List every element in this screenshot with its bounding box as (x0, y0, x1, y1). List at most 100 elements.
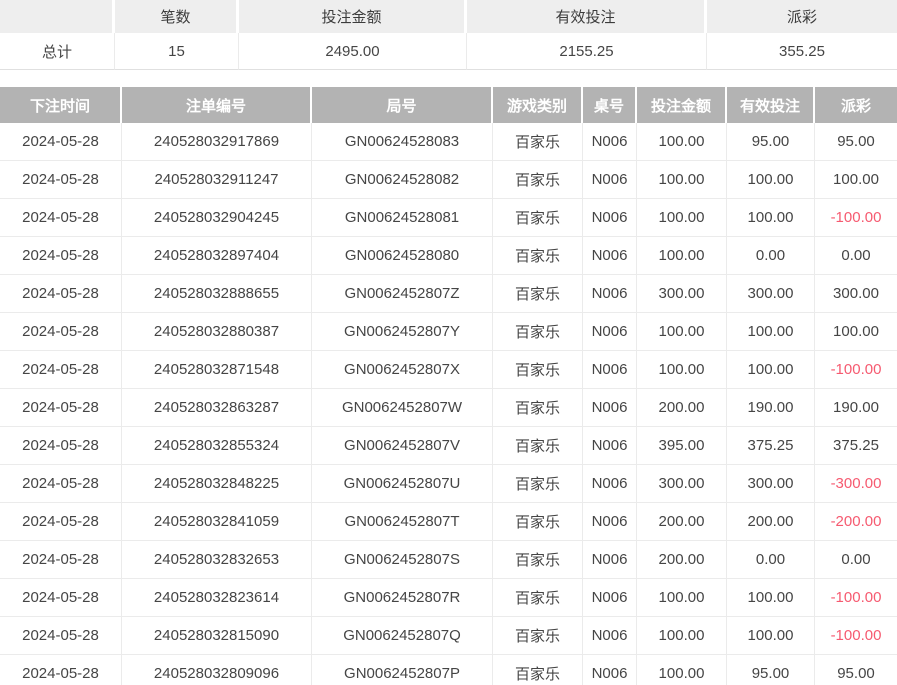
table-row: 2024-05-28 240528032863287 GN0062452807W… (0, 389, 897, 427)
cell-bet-time: 2024-05-28 (0, 427, 122, 465)
cell-valid-bet: 100.00 (727, 617, 815, 655)
bet-records-table: 下注时间 注单编号 局号 游戏类别 桌号 投注金额 有效投注 派彩 2024-0… (0, 87, 897, 685)
cell-table-no: N006 (583, 275, 637, 313)
cell-bet: 100.00 (637, 123, 727, 161)
cell-round-id: GN00624528083 (312, 123, 493, 161)
summary-total-payout: 355.25 (707, 33, 897, 70)
cell-payout: -200.00 (815, 503, 897, 541)
cell-round-id: GN0062452807Q (312, 617, 493, 655)
table-row: 2024-05-28 240528032911247 GN00624528082… (0, 161, 897, 199)
summary-header-bet: 投注金额 (239, 0, 467, 33)
table-row: 2024-05-28 240528032904245 GN00624528081… (0, 199, 897, 237)
summary-header-payout: 派彩 (707, 0, 897, 33)
cell-round-id: GN0062452807V (312, 427, 493, 465)
cell-bet: 100.00 (637, 199, 727, 237)
cell-bet-id: 240528032809096 (122, 655, 312, 685)
cell-game-type: 百家乐 (493, 427, 583, 465)
cell-round-id: GN0062452807P (312, 655, 493, 685)
cell-game-type: 百家乐 (493, 313, 583, 351)
cell-payout: 190.00 (815, 389, 897, 427)
cell-valid-bet: 300.00 (727, 275, 815, 313)
cell-bet: 200.00 (637, 503, 727, 541)
cell-bet-time: 2024-05-28 (0, 161, 122, 199)
cell-round-id: GN00624528080 (312, 237, 493, 275)
cell-bet-time: 2024-05-28 (0, 389, 122, 427)
details-header-valid-bet: 有效投注 (727, 87, 815, 123)
cell-bet-id: 240528032904245 (122, 199, 312, 237)
cell-bet-time: 2024-05-28 (0, 617, 122, 655)
cell-bet-id: 240528032880387 (122, 313, 312, 351)
cell-table-no: N006 (583, 503, 637, 541)
cell-bet-id: 240528032871548 (122, 351, 312, 389)
cell-round-id: GN00624528081 (312, 199, 493, 237)
cell-table-no: N006 (583, 351, 637, 389)
cell-bet: 100.00 (637, 237, 727, 275)
details-header-table-no: 桌号 (583, 87, 637, 123)
cell-bet: 300.00 (637, 465, 727, 503)
table-row: 2024-05-28 240528032880387 GN0062452807Y… (0, 313, 897, 351)
cell-payout: -100.00 (815, 199, 897, 237)
cell-bet: 200.00 (637, 389, 727, 427)
cell-table-no: N006 (583, 579, 637, 617)
cell-valid-bet: 95.00 (727, 123, 815, 161)
cell-bet-time: 2024-05-28 (0, 541, 122, 579)
cell-payout: 375.25 (815, 427, 897, 465)
details-header-row: 下注时间 注单编号 局号 游戏类别 桌号 投注金额 有效投注 派彩 (0, 87, 897, 123)
cell-table-no: N006 (583, 199, 637, 237)
cell-bet-id: 240528032888655 (122, 275, 312, 313)
cell-bet-id: 240528032917869 (122, 123, 312, 161)
cell-payout: 0.00 (815, 237, 897, 275)
cell-table-no: N006 (583, 123, 637, 161)
cell-round-id: GN0062452807Y (312, 313, 493, 351)
cell-table-no: N006 (583, 313, 637, 351)
cell-bet-id: 240528032911247 (122, 161, 312, 199)
cell-table-no: N006 (583, 389, 637, 427)
cell-game-type: 百家乐 (493, 199, 583, 237)
summary-header-count: 笔数 (115, 0, 239, 33)
cell-valid-bet: 200.00 (727, 503, 815, 541)
cell-round-id: GN0062452807R (312, 579, 493, 617)
cell-bet-time: 2024-05-28 (0, 275, 122, 313)
cell-payout: -100.00 (815, 617, 897, 655)
cell-valid-bet: 100.00 (727, 161, 815, 199)
summary-total-valid-bet: 2155.25 (467, 33, 707, 70)
cell-valid-bet: 100.00 (727, 313, 815, 351)
cell-bet: 100.00 (637, 655, 727, 685)
table-row: 2024-05-28 240528032888655 GN0062452807Z… (0, 275, 897, 313)
summary-total-bet: 2495.00 (239, 33, 467, 70)
cell-game-type: 百家乐 (493, 123, 583, 161)
table-row: 2024-05-28 240528032855324 GN0062452807V… (0, 427, 897, 465)
cell-bet-id: 240528032848225 (122, 465, 312, 503)
table-row: 2024-05-28 240528032848225 GN0062452807U… (0, 465, 897, 503)
cell-game-type: 百家乐 (493, 617, 583, 655)
cell-round-id: GN0062452807U (312, 465, 493, 503)
cell-game-type: 百家乐 (493, 465, 583, 503)
cell-bet: 100.00 (637, 313, 727, 351)
table-row: 2024-05-28 240528032917869 GN00624528083… (0, 123, 897, 161)
cell-game-type: 百家乐 (493, 655, 583, 685)
cell-valid-bet: 100.00 (727, 199, 815, 237)
cell-bet-id: 240528032855324 (122, 427, 312, 465)
table-row: 2024-05-28 240528032871548 GN0062452807X… (0, 351, 897, 389)
cell-table-no: N006 (583, 237, 637, 275)
cell-valid-bet: 300.00 (727, 465, 815, 503)
cell-game-type: 百家乐 (493, 503, 583, 541)
cell-payout: 100.00 (815, 313, 897, 351)
table-row: 2024-05-28 240528032809096 GN0062452807P… (0, 655, 897, 685)
details-header-round-id: 局号 (312, 87, 493, 123)
cell-payout: 300.00 (815, 275, 897, 313)
cell-payout: -100.00 (815, 351, 897, 389)
table-row: 2024-05-28 240528032823614 GN0062452807R… (0, 579, 897, 617)
summary-total-row: 总计 15 2495.00 2155.25 355.25 (0, 33, 897, 70)
cell-table-no: N006 (583, 427, 637, 465)
cell-bet-time: 2024-05-28 (0, 579, 122, 617)
cell-round-id: GN00624528082 (312, 161, 493, 199)
details-header-game-type: 游戏类别 (493, 87, 583, 123)
cell-bet-time: 2024-05-28 (0, 351, 122, 389)
cell-game-type: 百家乐 (493, 389, 583, 427)
cell-game-type: 百家乐 (493, 161, 583, 199)
details-body: 2024-05-28 240528032917869 GN00624528083… (0, 123, 897, 685)
cell-table-no: N006 (583, 655, 637, 685)
cell-payout: 95.00 (815, 123, 897, 161)
cell-bet-time: 2024-05-28 (0, 465, 122, 503)
